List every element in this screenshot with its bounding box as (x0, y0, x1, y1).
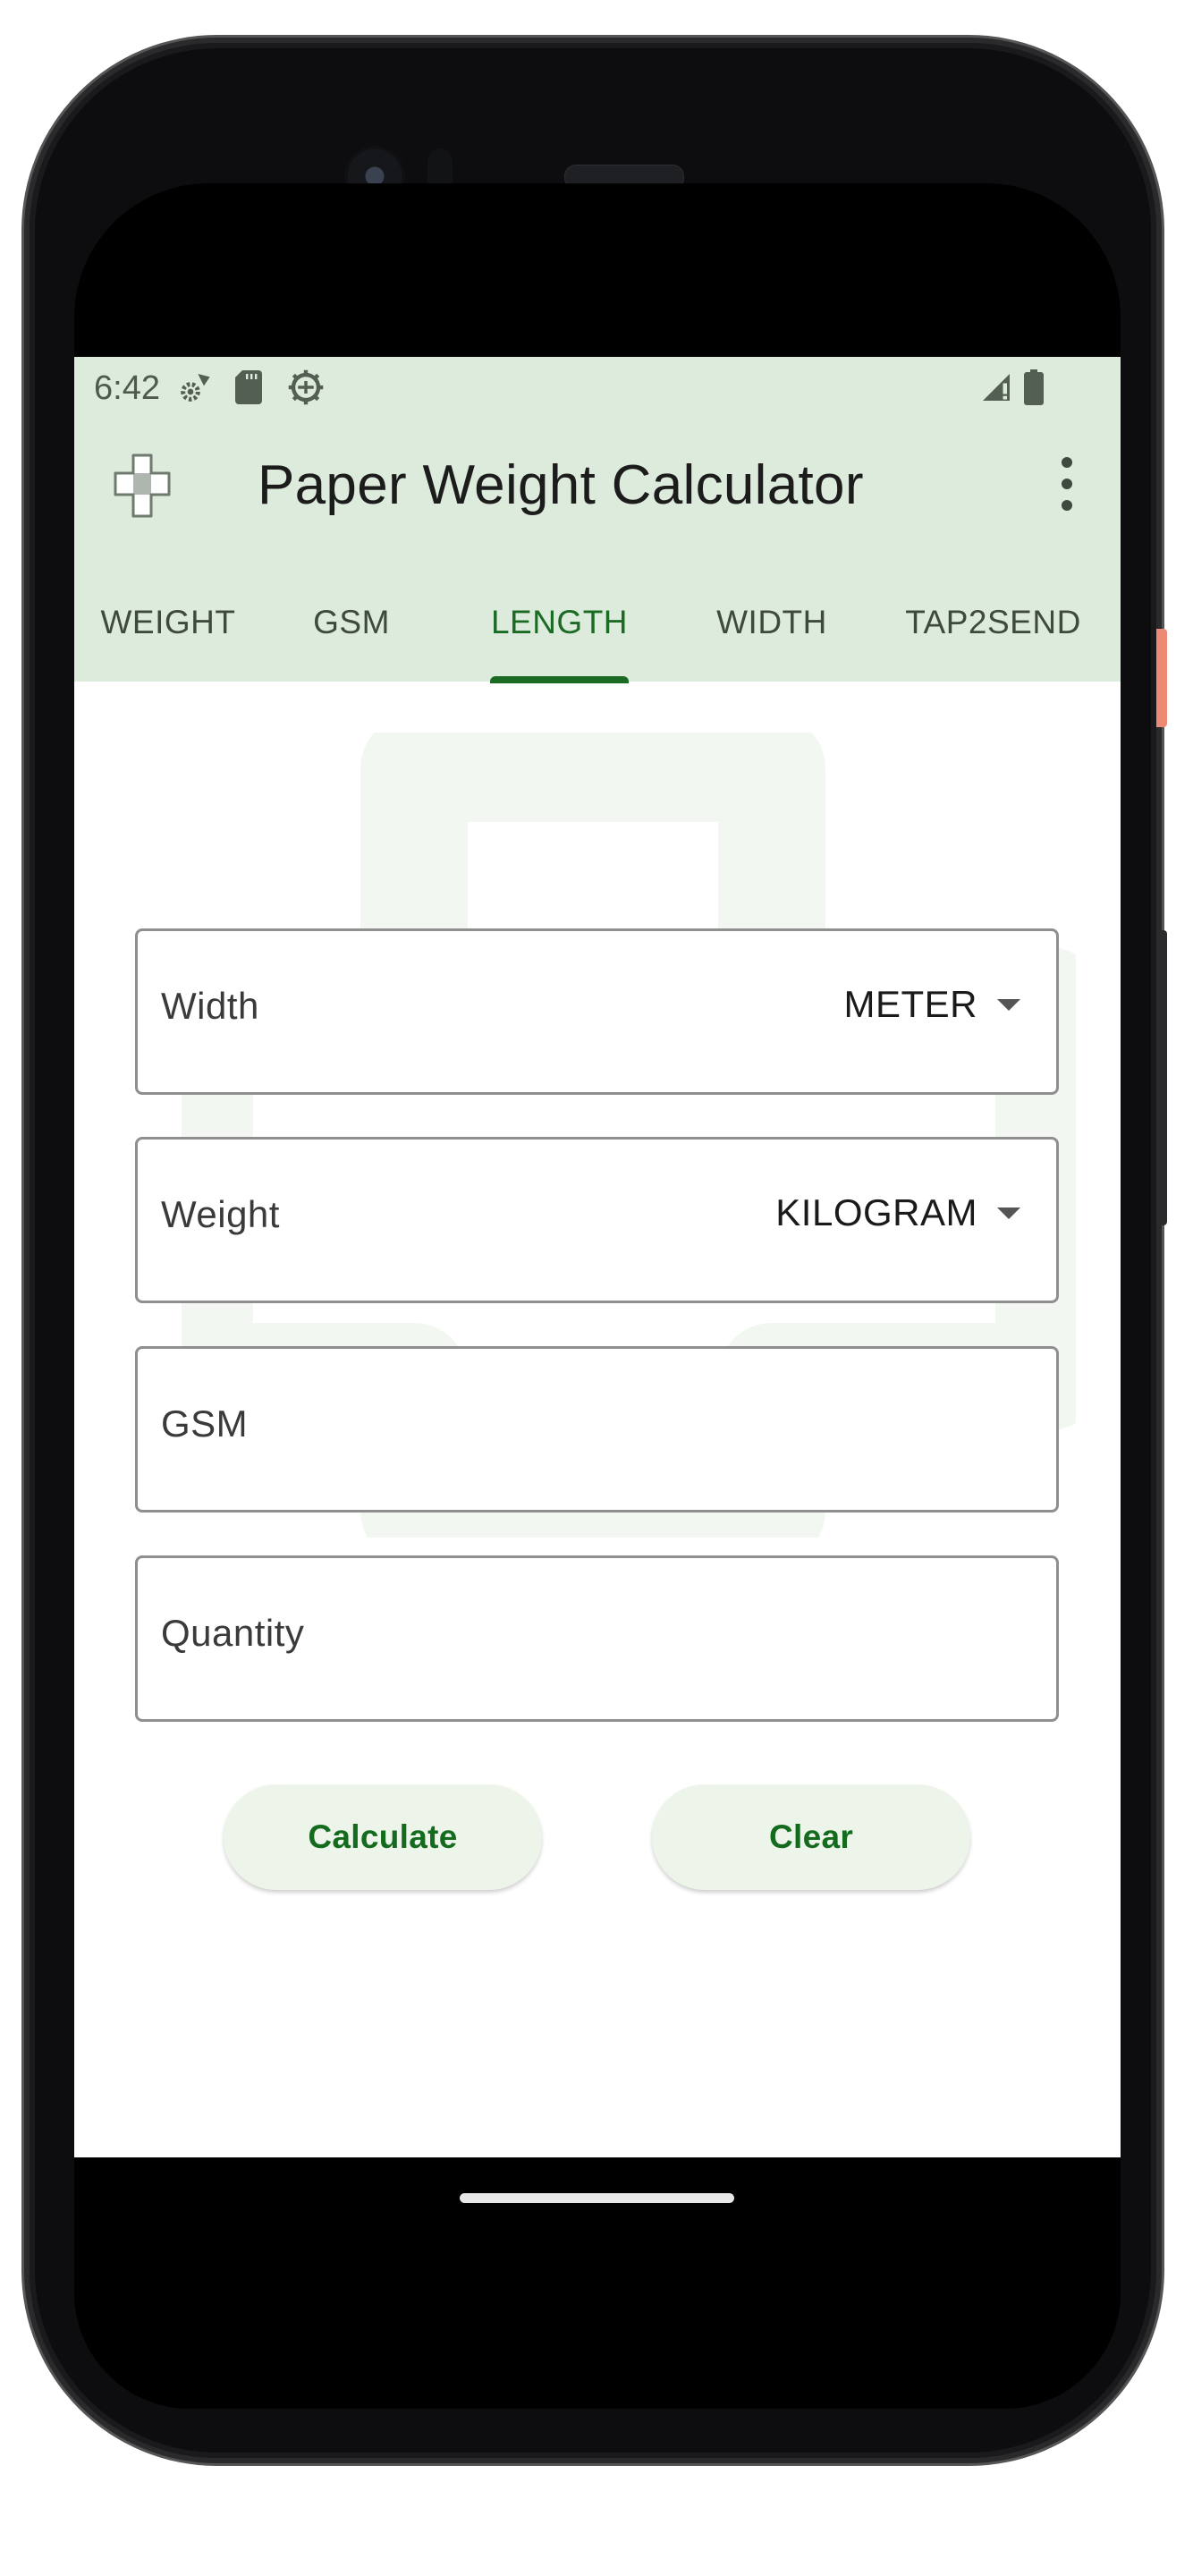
width-label: Width (161, 985, 259, 1027)
calculate-button[interactable]: Calculate (224, 1784, 542, 1890)
width-unit-dropdown[interactable]: METER (843, 983, 1020, 1026)
navigation-bar (74, 2157, 1121, 2409)
device-screen: 6:42 Paper Weight Calculator WEIGHT GSM … (74, 183, 1121, 2409)
tab-length[interactable]: LENGTH (441, 563, 678, 682)
power-button[interactable] (1156, 629, 1167, 727)
status-bar: 6:42 (74, 357, 1121, 421)
weight-field[interactable]: Weight KILOGRAM (135, 1137, 1059, 1303)
tab-bar: WEIGHT GSM LENGTH WIDTH TAP2SEND (74, 563, 1121, 683)
signal-no-service-icon (979, 369, 1013, 405)
sd-card-icon (233, 369, 264, 405)
puzzle-cross-logo-icon (106, 450, 178, 521)
weight-unit-value: KILOGRAM (775, 1191, 977, 1233)
tab-weight[interactable]: WEIGHT (74, 563, 262, 682)
settings-gear-small-icon (177, 369, 213, 405)
app-window: 6:42 Paper Weight Calculator WEIGHT GSM … (74, 357, 1121, 2157)
caret-down-icon (997, 998, 1020, 1011)
app-title: Paper Weight Calculator (258, 454, 864, 516)
width-unit-value: METER (843, 983, 977, 1025)
status-time: 6:42 (94, 369, 160, 407)
caret-down-icon (997, 1207, 1020, 1219)
tab-tap2send[interactable]: TAP2SEND (866, 563, 1121, 682)
volume-rocker[interactable] (1156, 930, 1167, 1225)
weight-label: Weight (161, 1193, 280, 1235)
battery-icon (1022, 369, 1045, 405)
tab-gsm[interactable]: GSM (262, 563, 441, 682)
quantity-label: Quantity (161, 1612, 305, 1654)
tab-width[interactable]: WIDTH (678, 563, 866, 682)
more-vert-icon[interactable] (1049, 457, 1085, 511)
clear-button[interactable]: Clear (652, 1784, 970, 1890)
gsm-field[interactable]: GSM (135, 1346, 1059, 1513)
gsm-label: GSM (161, 1402, 249, 1445)
quantity-field[interactable]: Quantity (135, 1555, 1059, 1722)
home-gesture-handle[interactable] (460, 2193, 734, 2203)
width-field[interactable]: Width METER (135, 928, 1059, 1095)
weight-unit-dropdown[interactable]: KILOGRAM (775, 1191, 1020, 1234)
debug-android-icon (287, 369, 325, 405)
app-header: 6:42 Paper Weight Calculator WEIGHT GSM … (74, 357, 1121, 683)
toolbar: Paper Weight Calculator (74, 421, 1121, 547)
active-tab-indicator (490, 676, 629, 683)
